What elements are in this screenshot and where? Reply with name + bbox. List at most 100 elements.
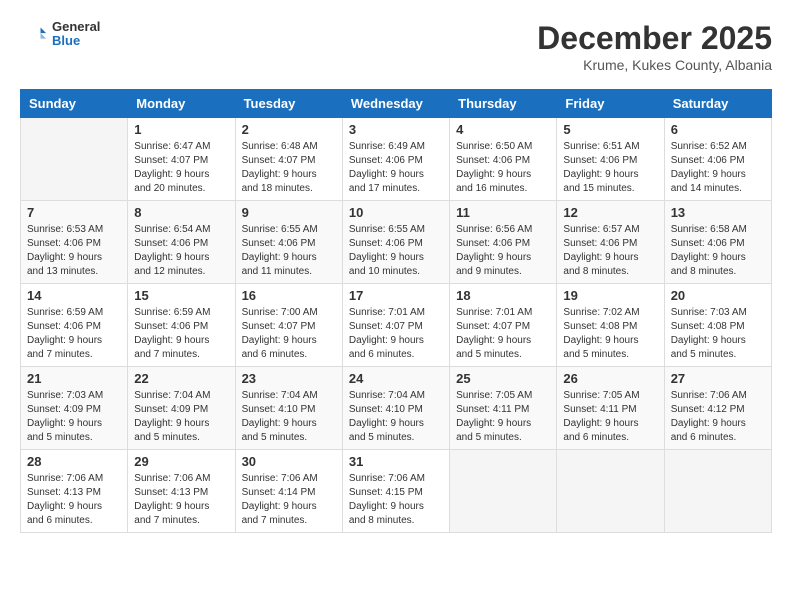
calendar-cell: 30 Sunrise: 7:06 AMSunset: 4:14 PMDayligh… bbox=[235, 450, 342, 533]
logo: General Blue bbox=[20, 20, 100, 49]
day-number: 28 bbox=[27, 454, 121, 469]
calendar-week-row-1: 7Sunrise: 6:53 AMSunset: 4:06 PMDaylight… bbox=[21, 201, 772, 284]
day-number: 15 bbox=[134, 288, 228, 303]
calendar-cell: 19Sunrise: 7:02 AMSunset: 4:08 PMDayligh… bbox=[557, 284, 664, 367]
calendar-cell bbox=[557, 450, 664, 533]
day-number: 17 bbox=[349, 288, 443, 303]
calendar-table: Sunday Monday Tuesday Wednesday Thursday… bbox=[20, 89, 772, 533]
day-number: 19 bbox=[563, 288, 657, 303]
day-info: Sunrise: 7:06 AMSunset: 4:15 PMDaylight:… bbox=[349, 472, 443, 528]
day-number: 25 bbox=[456, 371, 550, 386]
calendar-cell: 9Sunrise: 6:55 AMSunset: 4:06 PMDaylight… bbox=[235, 201, 342, 284]
day-info: Sunrise: 6:51 AMSunset: 4:06 PMDaylight:… bbox=[563, 140, 657, 196]
day-info: Sunrise: 6:55 AMSunset: 4:06 PMDaylight:… bbox=[349, 223, 443, 279]
calendar-cell: 2 Sunrise: 6:48 AMSunset: 4:07 PMDaylight… bbox=[235, 118, 342, 201]
col-monday: Monday bbox=[128, 90, 235, 118]
day-number: 4 bbox=[456, 122, 550, 137]
day-number: 8 bbox=[134, 205, 228, 220]
day-number: 14 bbox=[27, 288, 121, 303]
calendar-cell: 10 Sunrise: 6:55 AMSunset: 4:06 PMDayligh… bbox=[342, 201, 449, 284]
day-number: 23 bbox=[242, 371, 336, 386]
day-number: 13 bbox=[671, 205, 765, 220]
day-number: 12 bbox=[563, 205, 657, 220]
day-info: Sunrise: 7:06 AMSunset: 4:12 PMDaylight:… bbox=[671, 389, 765, 445]
day-number: 5 bbox=[563, 122, 657, 137]
day-info: Sunrise: 6:50 AMSunset: 4:06 PMDaylight:… bbox=[456, 140, 550, 196]
day-number: 20 bbox=[671, 288, 765, 303]
col-friday: Friday bbox=[557, 90, 664, 118]
day-info: Sunrise: 6:54 AMSunset: 4:06 PMDaylight:… bbox=[134, 223, 228, 279]
calendar-cell: 23 Sunrise: 7:04 AMSunset: 4:10 PMDayligh… bbox=[235, 367, 342, 450]
day-info: Sunrise: 7:00 AMSunset: 4:07 PMDaylight:… bbox=[242, 306, 336, 362]
calendar-cell bbox=[450, 450, 557, 533]
calendar-cell: 12 Sunrise: 6:57 AMSunset: 4:06 PMDayligh… bbox=[557, 201, 664, 284]
calendar-cell: 26Sunrise: 7:05 AMSunset: 4:11 PMDayligh… bbox=[557, 367, 664, 450]
day-number: 22 bbox=[134, 371, 228, 386]
day-number: 24 bbox=[349, 371, 443, 386]
day-number: 10 bbox=[349, 205, 443, 220]
logo-blue-text: Blue bbox=[52, 34, 100, 48]
day-info: Sunrise: 7:04 AMSunset: 4:10 PMDaylight:… bbox=[242, 389, 336, 445]
day-info: Sunrise: 6:58 AMSunset: 4:06 PMDaylight:… bbox=[671, 223, 765, 279]
day-info: Sunrise: 6:57 AMSunset: 4:06 PMDaylight:… bbox=[563, 223, 657, 279]
calendar-cell: 20 Sunrise: 7:03 AMSunset: 4:08 PMDayligh… bbox=[664, 284, 771, 367]
calendar-cell: 6 Sunrise: 6:52 AMSunset: 4:06 PMDaylight… bbox=[664, 118, 771, 201]
calendar-cell: 31 Sunrise: 7:06 AMSunset: 4:15 PMDayligh… bbox=[342, 450, 449, 533]
day-number: 21 bbox=[27, 371, 121, 386]
calendar-cell bbox=[21, 118, 128, 201]
col-saturday: Saturday bbox=[664, 90, 771, 118]
day-number: 30 bbox=[242, 454, 336, 469]
col-thursday: Thursday bbox=[450, 90, 557, 118]
calendar-cell: 21 Sunrise: 7:03 AMSunset: 4:09 PMDayligh… bbox=[21, 367, 128, 450]
day-number: 27 bbox=[671, 371, 765, 386]
logo-icon bbox=[20, 20, 48, 48]
day-info: Sunrise: 6:56 AMSunset: 4:06 PMDaylight:… bbox=[456, 223, 550, 279]
day-number: 6 bbox=[671, 122, 765, 137]
logo-general-text: General bbox=[52, 20, 100, 34]
calendar-cell: 18 Sunrise: 7:01 AMSunset: 4:07 PMDayligh… bbox=[450, 284, 557, 367]
day-info: Sunrise: 6:55 AMSunset: 4:06 PMDaylight:… bbox=[242, 223, 336, 279]
calendar-cell: 22Sunrise: 7:04 AMSunset: 4:09 PMDayligh… bbox=[128, 367, 235, 450]
calendar-cell: 1 Sunrise: 6:47 AMSunset: 4:07 PMDaylight… bbox=[128, 118, 235, 201]
day-number: 29 bbox=[134, 454, 228, 469]
day-number: 3 bbox=[349, 122, 443, 137]
calendar-cell: 17Sunrise: 7:01 AMSunset: 4:07 PMDayligh… bbox=[342, 284, 449, 367]
calendar-cell: 28 Sunrise: 7:06 AMSunset: 4:13 PMDayligh… bbox=[21, 450, 128, 533]
day-info: Sunrise: 6:47 AMSunset: 4:07 PMDaylight:… bbox=[134, 140, 228, 196]
calendar-week-row-2: 14 Sunrise: 6:59 AMSunset: 4:06 PMDayligh… bbox=[21, 284, 772, 367]
day-info: Sunrise: 7:01 AMSunset: 4:07 PMDaylight:… bbox=[456, 306, 550, 362]
day-info: Sunrise: 6:49 AMSunset: 4:06 PMDaylight:… bbox=[349, 140, 443, 196]
day-number: 18 bbox=[456, 288, 550, 303]
day-number: 16 bbox=[242, 288, 336, 303]
day-info: Sunrise: 7:06 AMSunset: 4:13 PMDaylight:… bbox=[27, 472, 121, 528]
calendar-cell: 15Sunrise: 6:59 AMSunset: 4:06 PMDayligh… bbox=[128, 284, 235, 367]
day-number: 1 bbox=[134, 122, 228, 137]
col-wednesday: Wednesday bbox=[342, 90, 449, 118]
month-title: December 2025 bbox=[537, 20, 772, 57]
day-info: Sunrise: 7:04 AMSunset: 4:10 PMDaylight:… bbox=[349, 389, 443, 445]
day-info: Sunrise: 6:48 AMSunset: 4:07 PMDaylight:… bbox=[242, 140, 336, 196]
day-info: Sunrise: 6:52 AMSunset: 4:06 PMDaylight:… bbox=[671, 140, 765, 196]
location-subtitle: Krume, Kukes County, Albania bbox=[537, 57, 772, 73]
calendar-cell: 29Sunrise: 7:06 AMSunset: 4:13 PMDayligh… bbox=[128, 450, 235, 533]
day-info: Sunrise: 7:05 AMSunset: 4:11 PMDaylight:… bbox=[456, 389, 550, 445]
day-info: Sunrise: 6:59 AMSunset: 4:06 PMDaylight:… bbox=[27, 306, 121, 362]
calendar-cell: 4 Sunrise: 6:50 AMSunset: 4:06 PMDaylight… bbox=[450, 118, 557, 201]
title-area: December 2025 Krume, Kukes County, Alban… bbox=[537, 20, 772, 73]
day-number: 31 bbox=[349, 454, 443, 469]
day-info: Sunrise: 7:03 AMSunset: 4:08 PMDaylight:… bbox=[671, 306, 765, 362]
calendar-cell: 7Sunrise: 6:53 AMSunset: 4:06 PMDaylight… bbox=[21, 201, 128, 284]
day-info: Sunrise: 7:06 AMSunset: 4:14 PMDaylight:… bbox=[242, 472, 336, 528]
calendar-cell: 24 Sunrise: 7:04 AMSunset: 4:10 PMDayligh… bbox=[342, 367, 449, 450]
calendar-header-row: Sunday Monday Tuesday Wednesday Thursday… bbox=[21, 90, 772, 118]
day-number: 11 bbox=[456, 205, 550, 220]
day-info: Sunrise: 7:03 AMSunset: 4:09 PMDaylight:… bbox=[27, 389, 121, 445]
logo-text: General Blue bbox=[52, 20, 100, 49]
calendar-cell: 8 Sunrise: 6:54 AMSunset: 4:06 PMDaylight… bbox=[128, 201, 235, 284]
day-number: 2 bbox=[242, 122, 336, 137]
col-tuesday: Tuesday bbox=[235, 90, 342, 118]
calendar-cell: 16 Sunrise: 7:00 AMSunset: 4:07 PMDayligh… bbox=[235, 284, 342, 367]
calendar-cell bbox=[664, 450, 771, 533]
col-sunday: Sunday bbox=[21, 90, 128, 118]
day-info: Sunrise: 7:05 AMSunset: 4:11 PMDaylight:… bbox=[563, 389, 657, 445]
